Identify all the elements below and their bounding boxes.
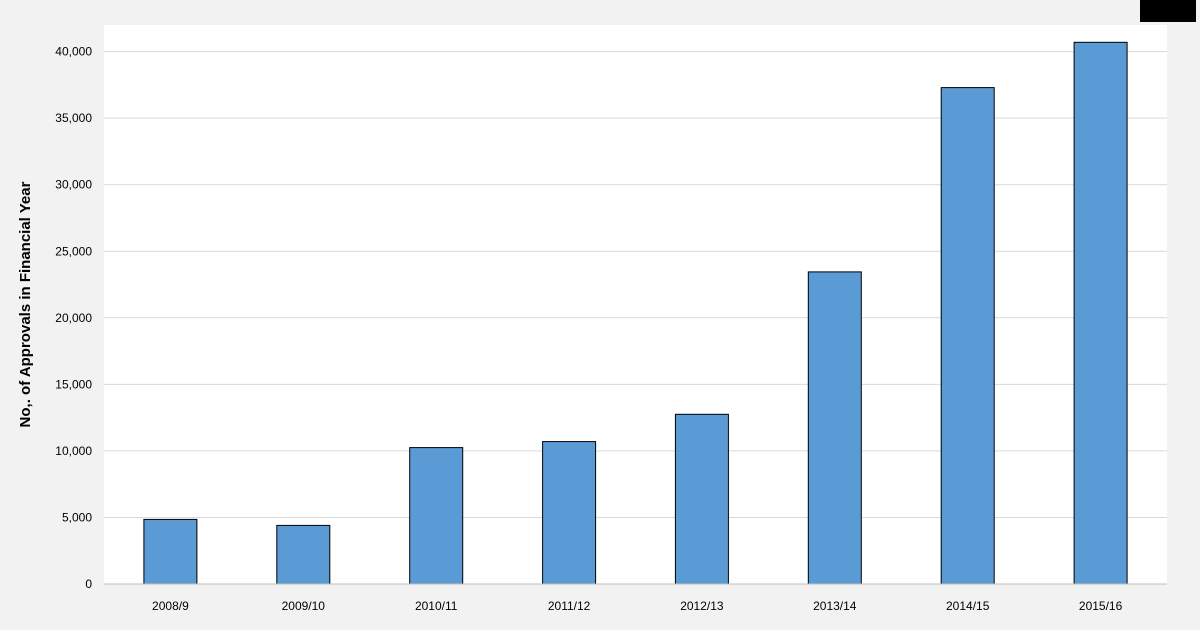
y-tick-label: 20,000: [55, 311, 92, 325]
x-tick-label: 2010/11: [415, 599, 458, 613]
y-tick-label: 15,000: [55, 377, 92, 391]
bar-2009-10: [276, 524, 331, 585]
x-tick-label: 2013/14: [813, 599, 857, 613]
bar-2012-13: [674, 413, 729, 585]
y-axis-title: No,. of Approvals in Financial Year: [17, 181, 34, 427]
x-tick-label: 2014/15: [946, 599, 990, 613]
y-tick-label: 5,000: [62, 510, 92, 524]
bar-chart: 0 5,000 10,000 15,000 20,000 25,000 30,000 35,0…: [17, 25, 1167, 613]
x-tick-labels: 2008/9 2009/10 2010/11 2011/12 2012/13 2013/1…: [152, 599, 1123, 613]
plot-background: [104, 25, 1167, 584]
bar-2013-14: [807, 271, 862, 585]
bar-2015-16: [1073, 41, 1128, 585]
y-tick-label: 40,000: [55, 45, 92, 59]
x-tick-label: 2011/12: [548, 599, 591, 613]
y-tick-labels: 0 5,000 10,000 15,000 20,000 25,000 30,000 35,0…: [55, 45, 92, 591]
x-tick-label: 2015/16: [1079, 599, 1123, 613]
bar-2011-12: [542, 441, 597, 585]
x-tick-label: 2012/13: [680, 599, 724, 613]
bar-2014-15: [940, 87, 995, 585]
x-tick-label: 2009/10: [282, 599, 326, 613]
y-tick-label: 10,000: [55, 444, 92, 458]
y-tick-label: 0: [85, 577, 92, 591]
y-tick-label: 35,000: [55, 111, 92, 125]
bar-2008-9: [143, 518, 198, 585]
y-tick-label: 25,000: [55, 244, 92, 258]
x-tick-label: 2008/9: [152, 599, 189, 613]
y-tick-label: 30,000: [55, 178, 92, 192]
bar-2010-11: [409, 447, 464, 585]
